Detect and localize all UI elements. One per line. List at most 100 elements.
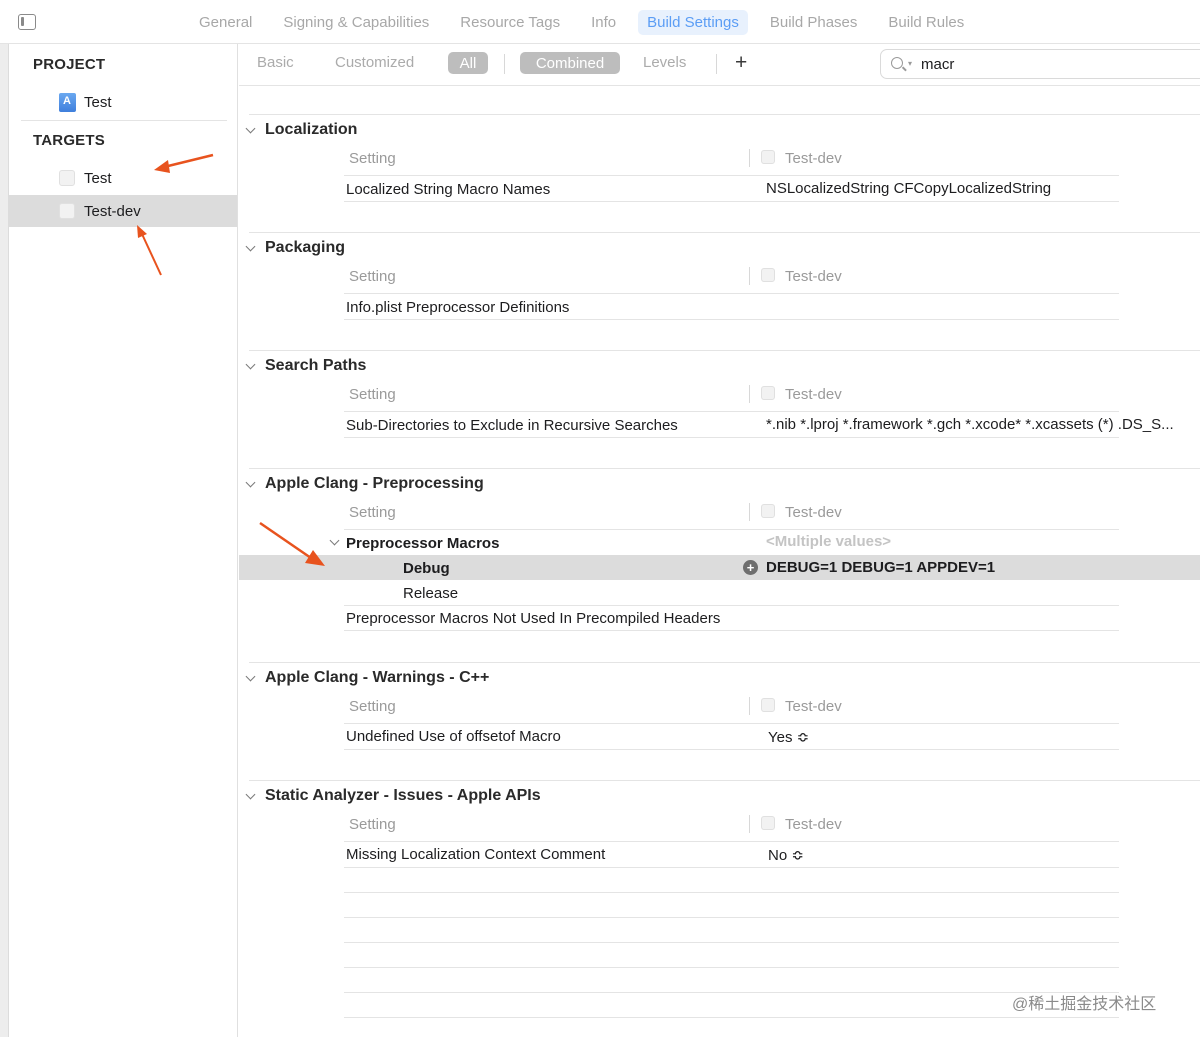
group-title-apple-clang-preprocessing: Apple Clang - Preprocessing bbox=[265, 475, 484, 492]
target-app-icon bbox=[761, 150, 775, 164]
tab-signing-capabilities[interactable]: Signing & Capabilities bbox=[274, 10, 438, 35]
row-separator bbox=[344, 293, 1119, 294]
search-input[interactable] bbox=[921, 54, 1181, 74]
project-section-header: PROJECT bbox=[33, 56, 106, 73]
row-separator bbox=[344, 630, 1119, 631]
setting-value-popup[interactable]: Yes ≎ bbox=[768, 728, 809, 746]
disclosure-chevron-icon[interactable] bbox=[245, 123, 256, 134]
add-setting-button[interactable]: + bbox=[735, 51, 747, 75]
setting-name-release[interactable]: Release bbox=[403, 585, 458, 602]
row-separator bbox=[344, 749, 1119, 750]
row-separator bbox=[344, 992, 1119, 993]
column-header-setting: Setting bbox=[349, 698, 396, 715]
filter-combined-button[interactable]: Combined bbox=[520, 52, 620, 74]
column-divider bbox=[749, 697, 750, 715]
tab-build-phases[interactable]: Build Phases bbox=[761, 10, 867, 35]
disclosure-chevron-icon[interactable] bbox=[245, 789, 256, 800]
filter-basic-button[interactable]: Basic bbox=[257, 54, 294, 71]
column-divider bbox=[749, 503, 750, 521]
build-settings-filter-bar: Basic Customized All Combined Levels + ▾ bbox=[239, 44, 1200, 86]
row-separator bbox=[344, 723, 1119, 724]
row-separator bbox=[344, 917, 1119, 918]
column-header-target: Test-dev bbox=[785, 504, 842, 521]
targets-section-header: TARGETS bbox=[33, 132, 105, 149]
filter-separator bbox=[716, 54, 717, 74]
setting-value[interactable]: *.nib *.lproj *.framework *.gch *.xcode*… bbox=[766, 416, 1200, 433]
setting-value-debug[interactable]: DEBUG=1 DEBUG=1 APPDEV=1 bbox=[766, 559, 995, 576]
group-separator bbox=[249, 114, 1200, 115]
target-item-label: Test-dev bbox=[84, 202, 141, 220]
setting-value[interactable]: NSLocalizedString CFCopyLocalizedString bbox=[766, 180, 1051, 197]
group-separator bbox=[249, 350, 1200, 351]
group-title-static-analyzer: Static Analyzer - Issues - Apple APIs bbox=[265, 787, 541, 804]
group-title-packaging: Packaging bbox=[265, 239, 346, 256]
sidebar-divider bbox=[21, 120, 227, 121]
setting-name-debug[interactable]: Debug bbox=[403, 560, 450, 577]
setting-name[interactable]: Sub-Directories to Exclude in Recursive … bbox=[346, 417, 678, 434]
row-separator bbox=[344, 411, 1119, 412]
row-separator bbox=[344, 942, 1119, 943]
settings-search-field[interactable]: ▾ bbox=[880, 49, 1200, 79]
setting-value-popup[interactable]: No ≎ bbox=[768, 846, 804, 864]
disclosure-chevron-icon[interactable] bbox=[245, 359, 256, 370]
target-app-icon bbox=[761, 504, 775, 518]
group-separator bbox=[249, 468, 1200, 469]
disclosure-chevron-icon[interactable] bbox=[245, 477, 256, 488]
row-separator bbox=[344, 201, 1119, 202]
filter-customized-button[interactable]: Customized bbox=[335, 54, 414, 71]
project-navigator: PROJECT Test TARGETS Test Test-dev bbox=[9, 44, 238, 1037]
setting-name[interactable]: Info.plist Preprocessor Definitions bbox=[346, 299, 569, 316]
project-item-label: Test bbox=[84, 93, 112, 111]
row-separator bbox=[344, 529, 1119, 530]
setting-value-multiple[interactable]: <Multiple values> bbox=[766, 533, 891, 550]
setting-name[interactable]: Undefined Use of offsetof Macro bbox=[346, 728, 561, 745]
row-separator bbox=[344, 1017, 1119, 1018]
row-separator bbox=[344, 867, 1119, 868]
disclosure-chevron-icon[interactable] bbox=[245, 241, 256, 252]
window-left-edge bbox=[0, 0, 9, 1037]
tab-info[interactable]: Info bbox=[582, 10, 625, 35]
column-divider bbox=[749, 149, 750, 167]
target-item-label: Test bbox=[84, 169, 112, 187]
filter-separator bbox=[504, 54, 505, 74]
row-separator bbox=[344, 175, 1119, 176]
search-icon bbox=[891, 57, 903, 69]
tab-build-rules[interactable]: Build Rules bbox=[879, 10, 973, 35]
target-app-icon bbox=[761, 698, 775, 712]
chevron-down-icon: ▾ bbox=[908, 59, 913, 68]
sidebar-toggle-icon[interactable] bbox=[18, 14, 36, 30]
annotation-arrow-test-dev bbox=[137, 225, 162, 276]
target-app-icon bbox=[761, 386, 775, 400]
target-item-test-dev[interactable]: Test-dev bbox=[9, 195, 237, 227]
project-item-test[interactable]: Test bbox=[9, 86, 237, 118]
group-title-apple-clang-warnings-cpp: Apple Clang - Warnings - C++ bbox=[265, 669, 490, 686]
group-separator bbox=[249, 232, 1200, 233]
setting-name[interactable]: Missing Localization Context Comment bbox=[346, 846, 605, 863]
row-separator bbox=[344, 892, 1119, 893]
column-divider bbox=[749, 385, 750, 403]
setting-name[interactable]: Localized String Macro Names bbox=[346, 181, 550, 198]
build-settings-editor: Localization Setting Test-dev Localized … bbox=[239, 86, 1200, 1037]
group-separator bbox=[249, 780, 1200, 781]
tab-resource-tags[interactable]: Resource Tags bbox=[451, 10, 569, 35]
tab-build-settings[interactable]: Build Settings bbox=[638, 9, 748, 35]
column-divider bbox=[749, 267, 750, 285]
target-app-icon bbox=[59, 170, 75, 186]
tab-general[interactable]: General bbox=[190, 10, 261, 35]
filter-all-button[interactable]: All bbox=[448, 52, 488, 74]
annotation-arrow-preprocessor-macros bbox=[259, 521, 325, 566]
row-separator bbox=[344, 437, 1119, 438]
column-divider bbox=[749, 815, 750, 833]
row-separator bbox=[344, 319, 1119, 320]
setting-name[interactable]: Preprocessor Macros Not Used In Precompi… bbox=[346, 610, 720, 627]
filter-levels-button[interactable]: Levels bbox=[643, 54, 686, 71]
disclosure-chevron-icon[interactable] bbox=[245, 671, 256, 682]
add-condition-icon[interactable]: + bbox=[743, 560, 758, 575]
row-separator bbox=[344, 967, 1119, 968]
column-header-target: Test-dev bbox=[785, 386, 842, 403]
column-header-target: Test-dev bbox=[785, 816, 842, 833]
selected-row-debug[interactable] bbox=[239, 555, 1200, 580]
target-app-icon bbox=[59, 203, 75, 219]
column-header-target: Test-dev bbox=[785, 150, 842, 167]
setting-name-preprocessor-macros[interactable]: Preprocessor Macros bbox=[346, 535, 499, 552]
